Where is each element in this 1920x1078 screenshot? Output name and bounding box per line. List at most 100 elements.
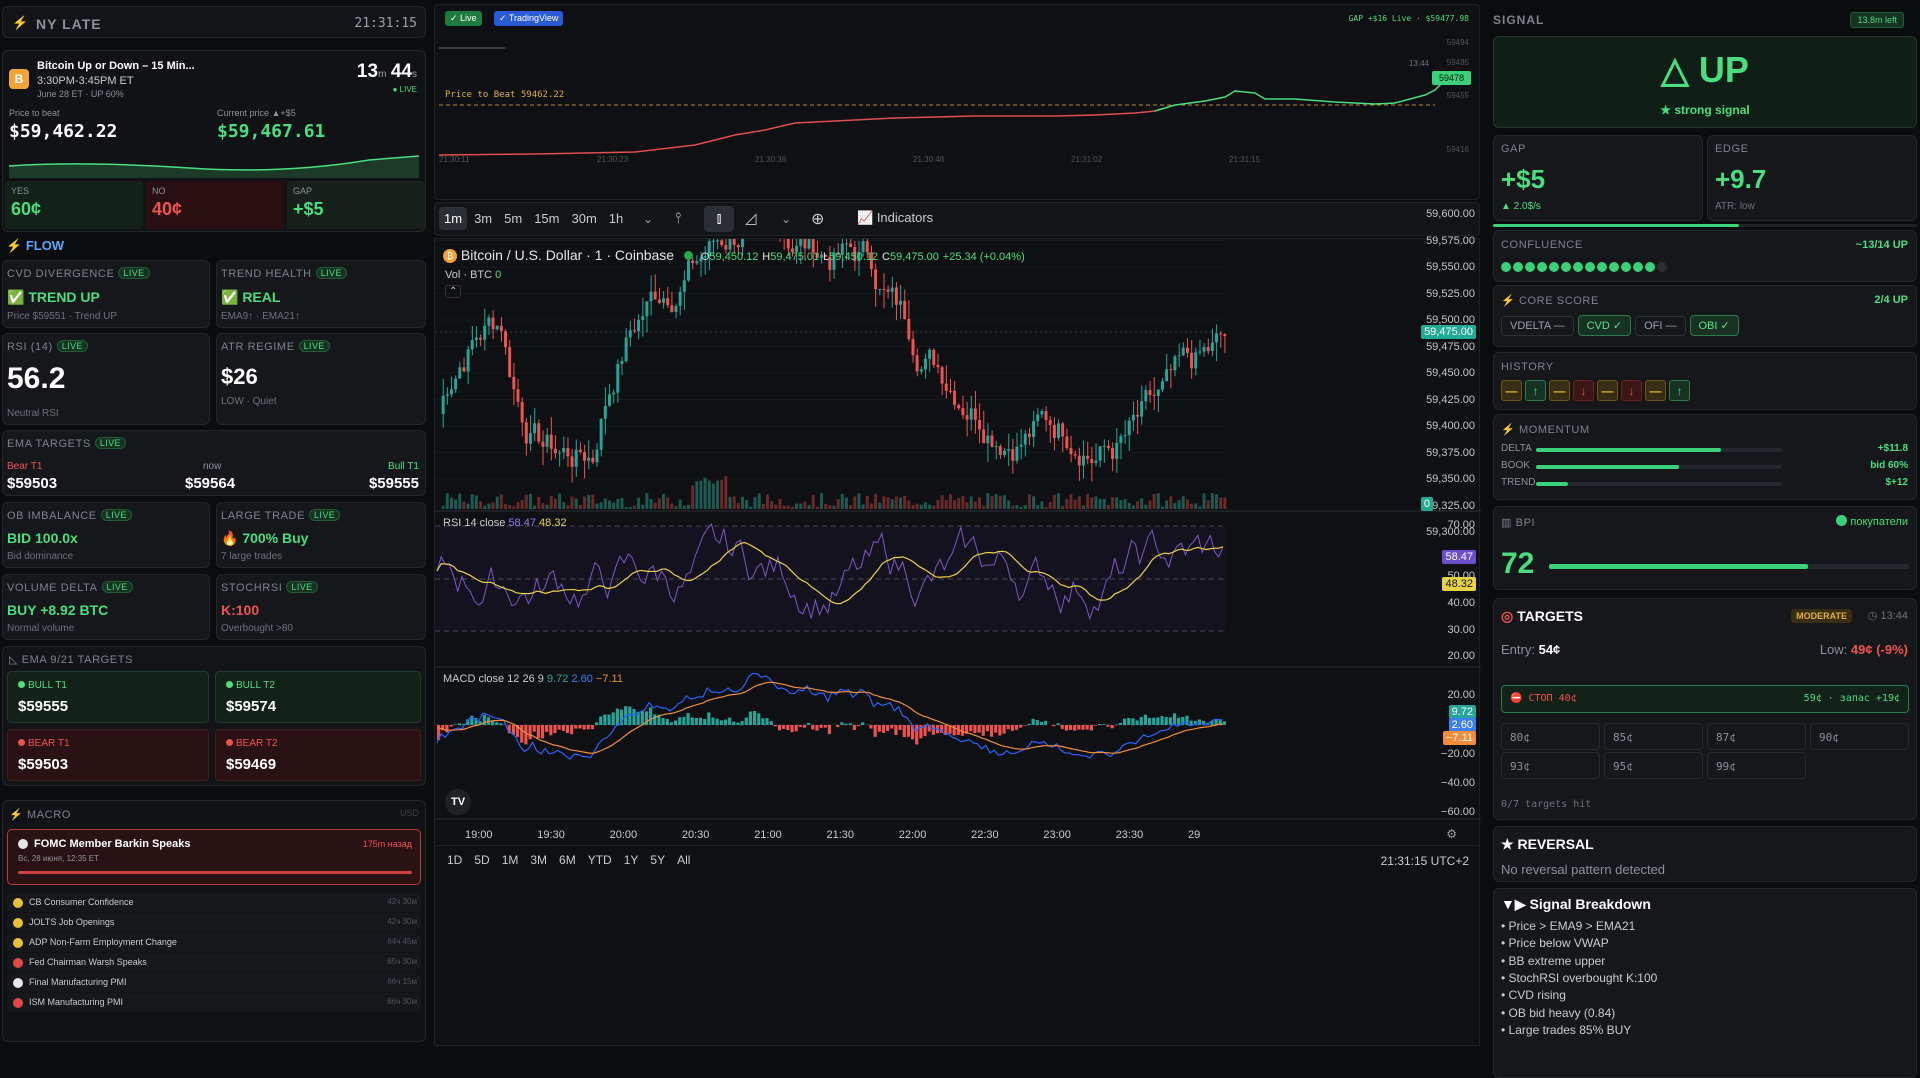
macd-hist-bar — [532, 725, 536, 732]
macro-event[interactable]: CB Consumer Confidence 42ч 30м — [7, 893, 421, 912]
volume-bar — [1027, 494, 1031, 509]
bar-style-icon[interactable]: ⫯ — [675, 210, 682, 227]
confluence-card: CONFLUENCE ~13/14 UP — [1493, 230, 1917, 282]
macd-hist-bar — [690, 717, 694, 725]
macd-hist-bar — [1044, 720, 1048, 725]
volume-bar — [670, 503, 674, 509]
rsi-card: RSI (14) LIVE 56.2 Neutral RSI — [2, 333, 210, 425]
core-chip: OBI ✓ — [1689, 315, 1739, 336]
macd-hist-bar — [815, 725, 819, 731]
macro-event[interactable]: JOLTS Job Openings 42ч 30м — [7, 913, 421, 932]
signal-breakdown[interactable]: ▼▶ Signal Breakdown • Price > EMA9 > EMA… — [1493, 888, 1917, 1078]
macd-hist-bar — [536, 725, 540, 738]
target-cell: 90¢ — [1810, 723, 1909, 750]
no-box[interactable]: NO 40¢ — [146, 181, 284, 229]
atr-regime-card: ATR REGIME LIVE $26 LOW · Quiet — [216, 333, 426, 425]
range-1M[interactable]: 1M — [502, 853, 519, 867]
macro-featured-event[interactable]: FOMC Member Barkin Speaks 175m назад Вс,… — [7, 829, 421, 885]
candle — [1127, 417, 1131, 452]
volume-bar — [612, 502, 616, 509]
chevron-down-icon[interactable]: ⌄ — [781, 212, 791, 226]
chevron-down-icon[interactable]: ⌄ — [643, 212, 653, 226]
candle — [624, 328, 628, 363]
range-All[interactable]: All — [677, 853, 690, 867]
range-1Y[interactable]: 1Y — [624, 853, 639, 867]
interval-1m[interactable]: 1m — [439, 207, 468, 230]
macd-line-tag: 2.60 — [1448, 718, 1476, 732]
price-tick: 59,450.00 — [1426, 367, 1475, 379]
interval-1h[interactable]: 1h — [604, 207, 628, 230]
volume-bar — [549, 495, 553, 509]
signal-strength: ★ strong signal — [1660, 103, 1750, 117]
target-cell: 87¢ — [1707, 723, 1806, 750]
macro-event[interactable]: Final Manufacturing PMI 66ч 15м — [7, 973, 421, 992]
candle — [520, 397, 524, 437]
candle — [449, 376, 453, 398]
candle — [899, 284, 902, 320]
volume-tag: 0 — [1420, 497, 1433, 511]
volume-bar — [1215, 494, 1218, 509]
settings-icon[interactable]: ⚙ — [1446, 827, 1457, 841]
interval-3m[interactable]: 3m — [469, 207, 497, 230]
volume-bar — [1094, 496, 1098, 509]
interval-5m[interactable]: 5m — [499, 207, 527, 230]
volume-bar — [969, 496, 973, 509]
candle — [553, 435, 557, 459]
clock-icon: ◷ — [1867, 610, 1878, 622]
interval-15m[interactable]: 15m — [529, 207, 564, 230]
edge-card: EDGE +9.7 ATR: low — [1707, 135, 1917, 221]
candle — [1036, 407, 1040, 427]
tradingview-logo[interactable]: TV — [445, 789, 471, 815]
candle — [986, 423, 990, 462]
range-6M[interactable]: 6M — [559, 853, 576, 867]
range-YTD[interactable]: YTD — [588, 853, 612, 867]
tradingview-chart[interactable]: ₿ Bitcoin / U.S. Dollar · 1 · Coinbase O… — [434, 208, 1481, 1046]
candle — [599, 418, 603, 457]
macd-hist-bar — [1073, 725, 1077, 731]
candle — [474, 326, 478, 348]
bpi-card: ▥ BPI покупатели 72 — [1493, 506, 1917, 590]
volume-bar — [778, 498, 782, 509]
macd-hist-bar — [894, 725, 898, 735]
volume-bar — [645, 493, 649, 509]
range-3M[interactable]: 3M — [530, 853, 547, 867]
interval-30m[interactable]: 30m — [566, 207, 601, 230]
macd-hist-bar — [599, 716, 603, 725]
mini-price-tag: 59478 — [1431, 71, 1471, 85]
mini-x-tick: 21:31:15 — [1229, 155, 1261, 164]
ema-9-21-targets: ◺ EMA 9/21 TARGETS BULL T1 $59555 BULL T2… — [2, 646, 426, 786]
volume-bar — [807, 505, 811, 509]
candle — [1086, 441, 1090, 465]
candle — [541, 430, 545, 466]
candle — [674, 303, 678, 319]
event-eta: 66ч 15м — [387, 977, 417, 986]
macd-hist-bar — [694, 717, 698, 725]
area-chart-icon[interactable]: ◿ — [745, 209, 757, 227]
collapse-legend-icon[interactable]: ⌃ — [445, 285, 462, 298]
stochrsi-card: STOCHRSI LIVE K:100 Overbought >80 — [216, 574, 426, 640]
macro-event[interactable]: ISM Manufacturing PMI 66ч 30м — [7, 993, 421, 1012]
candles-icon[interactable]: ⫾ — [704, 206, 734, 232]
candle — [454, 375, 458, 394]
core-chip: VDELTA — — [1501, 316, 1574, 336]
candle — [504, 329, 507, 355]
indicators-button[interactable]: 📈 Indicators — [857, 210, 933, 226]
add-compare-icon[interactable]: ⊕ — [811, 209, 824, 229]
time-tick: 19:30 — [537, 829, 565, 841]
range-5Y[interactable]: 5Y — [650, 853, 665, 867]
yes-box[interactable]: YES 60¢ — [5, 181, 143, 229]
session-bar: ⚡ NY LATE 21:31:15 — [2, 6, 426, 38]
candle — [533, 407, 537, 442]
market-meta: June 28 ET · UP 60% — [37, 89, 124, 99]
bear-t1: BEAR T1 $59503 — [7, 729, 209, 781]
macd-hist-bar — [769, 721, 773, 725]
macro-event[interactable]: Fed Chairman Warsh Speaks 65ч 30м — [7, 953, 421, 972]
market-window: 3:30PM-3:45PM ET — [37, 75, 134, 87]
range-5D[interactable]: 5D — [474, 853, 489, 867]
macro-panel: ⚡ MACRO USD FOMC Member Barkin Speaks 17… — [2, 800, 426, 1042]
macro-event[interactable]: ADP Non-Farm Employment Change 64ч 45м — [7, 933, 421, 952]
macd-hist-bar — [1139, 717, 1143, 725]
range-1D[interactable]: 1D — [447, 853, 462, 867]
market-card[interactable]: B Bitcoin Up or Down – 15 Min... 3:30PM-… — [2, 50, 426, 232]
momentum-key: BOOK — [1501, 460, 1530, 471]
